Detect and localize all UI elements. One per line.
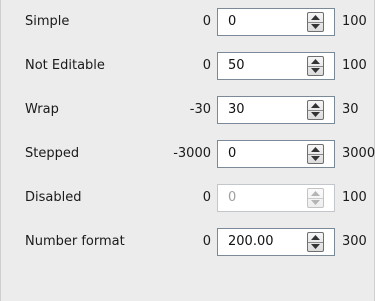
spinner-row-not-editable: Not Editable 0 50 100 <box>1 44 376 88</box>
row-label: Wrap <box>25 102 59 117</box>
stepped-spinner[interactable]: 0 <box>217 140 335 168</box>
min-value: -3000 <box>173 146 211 161</box>
spin-up-arrow-icon <box>311 235 320 240</box>
row-label: Number format <box>25 234 125 249</box>
max-value: 100 <box>342 14 367 29</box>
row-label: Simple <box>25 14 70 29</box>
spin-down-arrow-icon <box>311 156 320 161</box>
spinner-row-wrap: Wrap -30 30 30 <box>1 88 376 132</box>
max-value: 300 <box>342 234 367 249</box>
spin-up-arrow-icon <box>311 147 320 152</box>
spin-down-button[interactable] <box>308 242 323 251</box>
spinner-arrows <box>307 56 324 76</box>
min-value: -30 <box>189 102 211 117</box>
spinner-value-field: 0 <box>228 190 237 205</box>
max-value: 100 <box>342 58 367 73</box>
spinner-demo-panel: Simple 0 0 100 Not Editable 0 50 100 Wra… <box>0 0 375 301</box>
spin-down-button[interactable] <box>308 110 323 119</box>
max-value: 3000 <box>342 146 376 161</box>
spinner-value-field: 50 <box>228 58 245 73</box>
spinner-arrows <box>307 144 324 164</box>
max-value: 100 <box>342 190 367 205</box>
spinner-row-stepped: Stepped -3000 0 3000 <box>1 132 376 176</box>
spinner-arrows <box>307 12 324 32</box>
spin-down-button <box>308 198 323 207</box>
row-label: Stepped <box>25 146 80 161</box>
spin-down-arrow-icon <box>311 112 320 117</box>
not-editable-spinner[interactable]: 50 <box>217 52 335 80</box>
spin-down-button[interactable] <box>308 154 323 163</box>
simple-spinner[interactable]: 0 <box>217 8 335 36</box>
spin-down-arrow-icon <box>311 24 320 29</box>
spinner-value-field[interactable]: 0 <box>228 9 236 35</box>
min-value: 0 <box>202 234 211 249</box>
max-value: 30 <box>342 102 359 117</box>
spin-up-arrow-icon <box>311 59 320 64</box>
min-value: 0 <box>202 190 211 205</box>
spinner-row-disabled: Disabled 0 0 100 <box>1 176 376 220</box>
spin-up-arrow-icon <box>311 15 320 20</box>
wrap-spinner[interactable]: 30 <box>217 96 335 124</box>
spinner-row-simple: Simple 0 0 100 <box>1 0 376 44</box>
row-label: Not Editable <box>25 58 105 73</box>
spin-down-button[interactable] <box>308 66 323 75</box>
row-label: Disabled <box>25 190 82 205</box>
spin-up-arrow-icon <box>311 191 320 196</box>
spinner-row-number-format: Number format 0 200.00 300 <box>1 220 376 264</box>
spinner-arrows <box>307 232 324 252</box>
min-value: 0 <box>202 14 211 29</box>
spin-down-button[interactable] <box>308 22 323 31</box>
spinner-value-field[interactable]: 0 <box>228 141 236 167</box>
spin-down-arrow-icon <box>311 244 320 249</box>
spinner-value-field[interactable]: 30 <box>228 97 245 123</box>
spin-up-arrow-icon <box>311 103 320 108</box>
min-value: 0 <box>202 58 211 73</box>
spinner-arrows <box>307 188 324 208</box>
spin-down-arrow-icon <box>311 200 320 205</box>
number-format-spinner[interactable]: 200.00 <box>217 228 335 256</box>
spinner-value-field[interactable]: 200.00 <box>228 229 274 255</box>
disabled-spinner: 0 <box>217 184 335 212</box>
spinner-arrows <box>307 100 324 120</box>
spin-down-arrow-icon <box>311 68 320 73</box>
